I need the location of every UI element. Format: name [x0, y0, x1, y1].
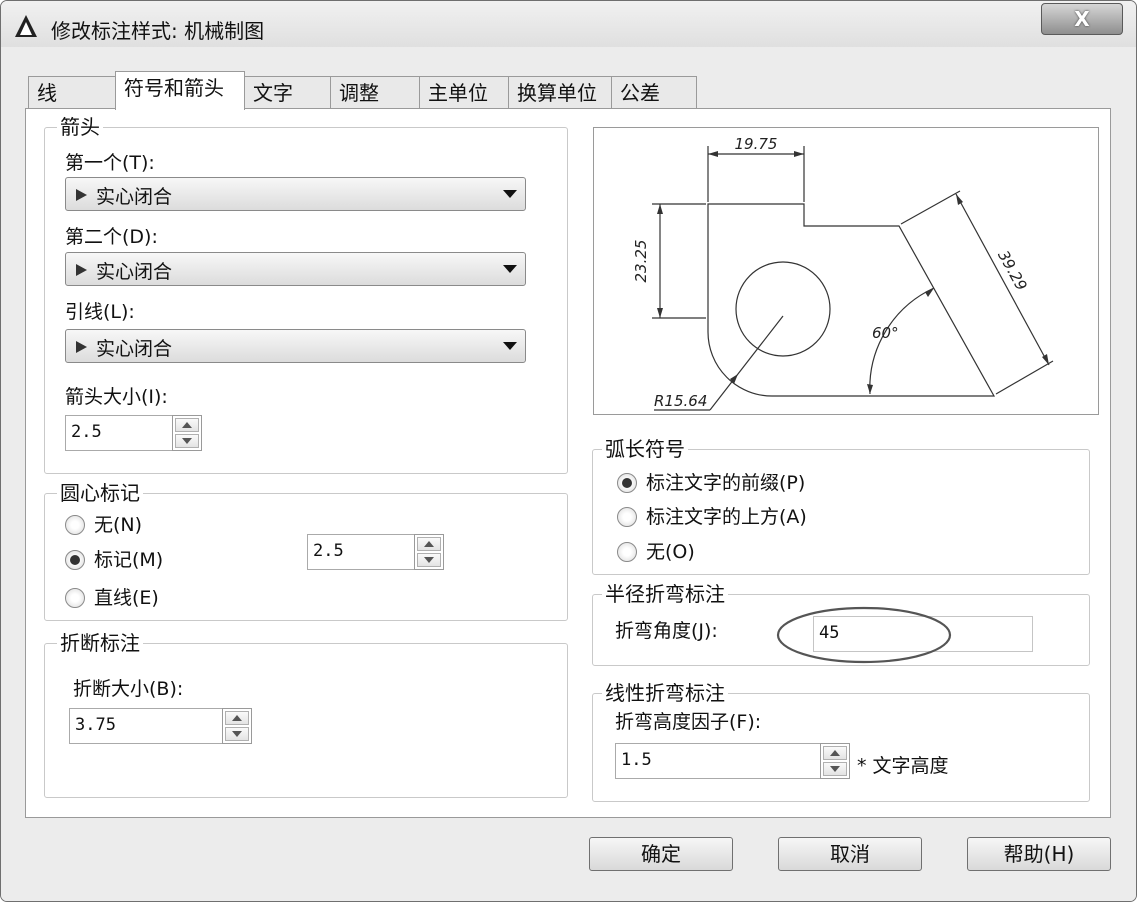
- arrow-size-spinner[interactable]: [172, 415, 202, 451]
- arrow-size-input[interactable]: 2.5: [65, 415, 173, 451]
- leader-arrow-label: 引线(L):: [65, 301, 135, 323]
- leader-arrow-select[interactable]: 实心闭合: [65, 329, 526, 363]
- dialog-window: 修改标注样式: 机械制图 X 线 符号和箭头 文字 调整 主单位 换算单位 公差…: [0, 0, 1137, 902]
- first-arrow-value: 实心闭合: [96, 186, 173, 208]
- arrow-size-down-button[interactable]: [175, 434, 199, 448]
- spin-down-icon: [182, 438, 192, 444]
- spin-up-icon: [424, 541, 434, 547]
- jog-factor-spinner[interactable]: [820, 743, 850, 779]
- first-arrow-label: 第一个(T):: [65, 152, 155, 174]
- dimension-break-legend: 折断标注: [57, 631, 143, 655]
- arc-prefix-label: 标注文字的前缀(P): [646, 472, 806, 494]
- chevron-down-icon: [503, 190, 517, 198]
- radius-jog-legend: 半径折弯标注: [602, 582, 728, 606]
- jog-angle-label: 折弯角度(J):: [615, 620, 718, 642]
- tab-alternate-units[interactable]: 换算单位: [508, 76, 612, 108]
- closed-filled-arrow-icon: [76, 341, 87, 353]
- cancel-button[interactable]: 取消: [778, 837, 922, 871]
- chevron-down-icon: [503, 342, 517, 350]
- ok-button[interactable]: 确定: [589, 837, 733, 871]
- spin-up-icon: [232, 715, 242, 721]
- arc-above-label: 标注文字的上方(A): [646, 506, 807, 528]
- arrow-size-value: 2.5: [71, 422, 102, 442]
- tab-text[interactable]: 文字: [244, 76, 331, 108]
- spin-down-icon: [232, 731, 242, 737]
- highlight-ellipse: [776, 606, 952, 664]
- break-size-up-button[interactable]: [225, 711, 249, 725]
- leader-arrow-value: 实心闭合: [96, 338, 173, 360]
- tab-primary-units[interactable]: 主单位: [419, 76, 509, 108]
- closed-filled-arrow-icon: [76, 189, 87, 201]
- arrowheads-legend: 箭头: [57, 115, 103, 139]
- help-button[interactable]: 帮助(H): [967, 837, 1111, 871]
- break-size-input[interactable]: 3.75: [69, 708, 223, 744]
- closed-filled-arrow-icon: [76, 264, 87, 276]
- preview-drawing: 19.75 23.25 39.29 60° R15.64: [632, 135, 1054, 411]
- preview-dim-slant: 39.29: [994, 247, 1031, 293]
- chevron-down-icon: [503, 265, 517, 273]
- break-size-value: 3.75: [75, 715, 116, 735]
- arc-none-radio[interactable]: [617, 542, 637, 562]
- tab-lines[interactable]: 线: [28, 76, 116, 108]
- preview-angle: 60°: [872, 324, 899, 342]
- tab-symbols-arrows[interactable]: 符号和箭头: [115, 71, 245, 110]
- center-mark-mark-label: 标记(M): [94, 549, 164, 571]
- spin-up-icon: [830, 750, 840, 756]
- arc-none-label: 无(O): [646, 541, 695, 563]
- break-size-label: 折断大小(B):: [73, 678, 184, 700]
- arc-length-legend: 弧长符号: [602, 437, 688, 461]
- center-mark-size-value: 2.5: [313, 541, 344, 561]
- jog-factor-suffix: * 文字高度: [857, 755, 949, 777]
- spin-up-icon: [182, 422, 192, 428]
- preview-panel: 19.75 23.25 39.29 60° R15.64: [593, 127, 1099, 415]
- second-arrow-label: 第二个(D):: [65, 226, 158, 248]
- jog-factor-input[interactable]: 1.5: [615, 743, 821, 779]
- jog-factor-value: 1.5: [621, 750, 652, 770]
- center-mark-line-radio[interactable]: [65, 588, 85, 608]
- break-size-down-button[interactable]: [225, 727, 249, 741]
- jog-factor-up-button[interactable]: [823, 746, 847, 760]
- app-logo-icon: [15, 15, 37, 37]
- jog-factor-down-button[interactable]: [823, 762, 847, 776]
- spin-down-icon: [424, 557, 434, 563]
- second-arrow-select[interactable]: 实心闭合: [65, 252, 526, 286]
- spin-down-icon: [830, 766, 840, 772]
- window-title: 修改标注样式: 机械制图: [51, 19, 265, 43]
- preview-dim-top: 19.75: [735, 135, 778, 153]
- preview-radius: R15.64: [654, 392, 707, 410]
- arc-prefix-radio[interactable]: [617, 473, 637, 493]
- tab-fit[interactable]: 调整: [330, 76, 420, 108]
- arrow-size-up-button[interactable]: [175, 418, 199, 432]
- center-mark-line-label: 直线(E): [94, 587, 159, 609]
- center-mark-mark-radio[interactable]: [65, 550, 85, 570]
- center-marks-legend: 圆心标记: [57, 481, 143, 505]
- center-mark-size-input[interactable]: 2.5: [307, 534, 415, 570]
- close-button[interactable]: X: [1041, 3, 1123, 35]
- center-mark-down-button[interactable]: [417, 553, 441, 567]
- preview-dim-left: 23.25: [632, 240, 650, 283]
- arrow-size-label: 箭头大小(I):: [65, 386, 168, 408]
- center-mark-none-radio[interactable]: [65, 515, 85, 535]
- close-icon: X: [1074, 7, 1090, 31]
- first-arrow-select[interactable]: 实心闭合: [65, 177, 526, 211]
- part-hole: [735, 261, 831, 357]
- second-arrow-value: 实心闭合: [96, 261, 173, 283]
- jog-factor-label: 折弯高度因子(F):: [615, 711, 762, 733]
- break-size-spinner[interactable]: [222, 708, 252, 744]
- center-mark-none-label: 无(N): [94, 514, 143, 536]
- center-mark-size-spinner[interactable]: [414, 534, 444, 570]
- linear-jog-legend: 线性折弯标注: [602, 681, 728, 705]
- part-outline: [707, 203, 996, 397]
- center-mark-up-button[interactable]: [417, 537, 441, 551]
- tab-tolerances[interactable]: 公差: [611, 76, 697, 108]
- arc-above-radio[interactable]: [617, 507, 637, 527]
